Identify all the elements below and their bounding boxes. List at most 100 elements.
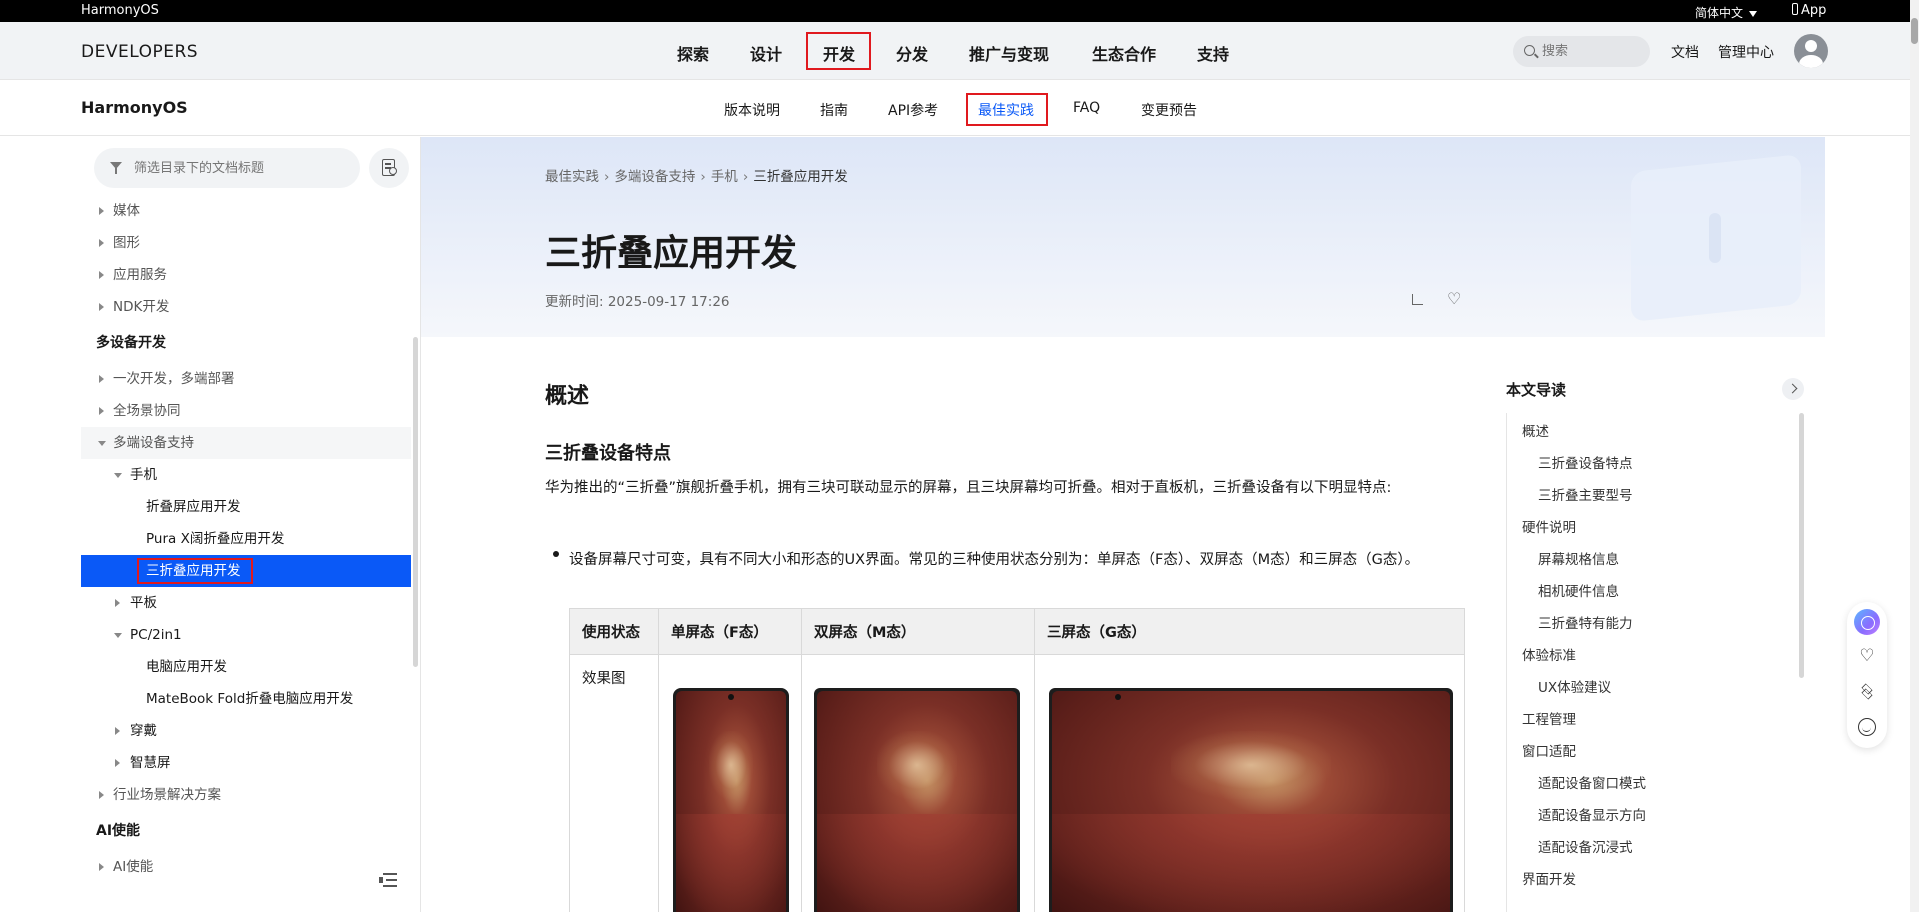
sidebar-item-matebook-fold[interactable]: MateBook Fold折叠电脑应用开发 (81, 683, 411, 715)
scrollbar-thumb[interactable] (1911, 18, 1918, 44)
nav-distribute[interactable]: 分发 (896, 41, 928, 65)
toc-item[interactable]: 工程管理 (1522, 708, 1576, 728)
caret-down-icon (1749, 10, 1758, 17)
user-avatar[interactable] (1794, 34, 1828, 68)
sidebar-item-one-dev[interactable]: 一次开发，多端部署 (81, 363, 411, 395)
filter-box[interactable] (94, 148, 360, 188)
toc-item[interactable]: 三折叠设备特点 (1538, 452, 1633, 472)
toc-item[interactable]: 屏幕规格信息 (1538, 548, 1619, 568)
harmonyos-logo[interactable]: HarmonyOS (81, 98, 188, 117)
sidebar-item-pc[interactable]: PC/2in1 (81, 619, 411, 651)
smile-icon[interactable] (1858, 718, 1876, 736)
breadcrumb-item[interactable]: 手机 (711, 169, 738, 185)
tab-faq[interactable]: FAQ (1073, 100, 1100, 116)
sidebar-item-pura-x[interactable]: Pura X阔折叠应用开发 (81, 523, 411, 555)
bullet-text: 设备屏幕尺寸可变，具有不同大小和形态的UX界面。常见的三种使用状态分别为：单屏态… (569, 552, 1420, 568)
book-spine (1709, 213, 1721, 263)
collapse-sidebar-icon[interactable] (379, 873, 397, 887)
doc-search-button[interactable] (369, 148, 409, 188)
section-heading-features: 三折叠设备特点 (545, 443, 671, 464)
caret-right-icon (99, 239, 104, 247)
filter-input[interactable] (134, 158, 344, 178)
search-input[interactable] (1542, 41, 1642, 61)
sidebar-item-tri-fold[interactable]: 三折叠应用开发 (81, 555, 411, 587)
nav-design[interactable]: 设计 (750, 41, 782, 65)
device-screen (676, 691, 786, 912)
docs-link[interactable]: 文档 (1671, 42, 1699, 62)
magnifier-icon (389, 167, 397, 175)
layers-icon[interactable] (1858, 683, 1876, 701)
tab-release-notes[interactable]: 版本说明 (724, 100, 780, 120)
toc-item[interactable]: 体验标准 (1522, 644, 1576, 664)
toc-item[interactable]: 适配设备窗口模式 (1538, 772, 1646, 792)
sidebar-item-graphics[interactable]: 图形 (81, 227, 411, 259)
sidebar-item-full-scene[interactable]: 全场景协同 (81, 395, 411, 427)
management-center-link[interactable]: 管理中心 (1718, 42, 1774, 62)
toc-collapse-icon[interactable] (1782, 378, 1804, 400)
toc-item[interactable]: 概述 (1522, 420, 1549, 440)
tab-change-notice[interactable]: 变更预告 (1141, 100, 1197, 120)
sidebar-item-foldable[interactable]: 折叠屏应用开发 (81, 491, 411, 523)
caret-right-icon (115, 727, 120, 735)
nav-support[interactable]: 支持 (1197, 41, 1229, 65)
section-heading-overview: 概述 (545, 384, 590, 409)
sidebar-item-wearable[interactable]: 穿戴 (81, 715, 411, 747)
caret-right-icon (115, 759, 120, 767)
nav-promotion[interactable]: 推广与变现 (969, 41, 1049, 65)
sidebar-item-media[interactable]: 媒体 (81, 195, 411, 227)
nav-explore[interactable]: 探索 (677, 41, 709, 65)
sidebar-group-multi-device: 多设备开发 (81, 327, 411, 359)
nav-ecosystem[interactable]: 生态合作 (1092, 41, 1156, 65)
chevron-right-icon: › (604, 169, 610, 185)
sidebar-item-phone[interactable]: 手机 (81, 459, 411, 491)
sidebar-scrollbar[interactable] (413, 337, 418, 667)
breadcrumb-item[interactable]: 多端设备支持 (614, 169, 695, 185)
toc-item[interactable]: 硬件说明 (1522, 516, 1576, 536)
sidebar-item-label: 穿戴 (130, 723, 157, 739)
toc-item[interactable]: 三折叠特有能力 (1538, 612, 1633, 632)
main-nav: DEVELOPERS 探索 设计 开发 分发 推广与变现 生态合作 支持 文档 … (0, 22, 1910, 80)
toc-item[interactable]: 适配设备沉浸式 (1538, 836, 1633, 856)
sidebar-item-pc-app[interactable]: 电脑应用开发 (81, 651, 411, 683)
sidebar-item-multi-device-support[interactable]: 多端设备支持 (81, 427, 411, 459)
dual-screen-image (814, 688, 1020, 912)
language-selector[interactable]: 简体中文 (1695, 4, 1758, 21)
sidebar-item-smart-screen[interactable]: 智慧屏 (81, 747, 411, 779)
tab-guide[interactable]: 指南 (820, 100, 848, 120)
sidebar-item-industry[interactable]: 行业场景解决方案 (81, 779, 411, 811)
ai-assistant-icon[interactable] (1854, 609, 1880, 635)
sidebar-item-tablet[interactable]: 平板 (81, 587, 411, 619)
app-download-link[interactable]: App (1792, 3, 1826, 18)
toc-item[interactable]: 窗口适配 (1522, 740, 1576, 760)
toc-item[interactable]: 三折叠主要型号 (1538, 484, 1633, 504)
toc-item[interactable]: 界面开发 (1522, 868, 1576, 888)
toc-item[interactable]: 相机硬件信息 (1538, 580, 1619, 600)
sidebar-item-ndk[interactable]: NDK开发 (81, 291, 411, 323)
feedback-heart-icon[interactable]: ♡ (1858, 647, 1876, 665)
page-scrollbar[interactable] (1910, 0, 1919, 912)
page-title: 三折叠应用开发 (545, 233, 798, 274)
sidebar-item-app-services[interactable]: 应用服务 (81, 259, 411, 291)
collapse-line (383, 873, 397, 875)
favorite-heart-icon[interactable]: ♡ (1447, 291, 1463, 307)
share-icon[interactable] (1410, 291, 1426, 307)
table-header: 双屏态（M态） (801, 608, 1035, 655)
sidebar-item-ai[interactable]: AI使能 (81, 851, 411, 883)
sidebar-item-label: 手机 (130, 467, 157, 483)
chevron-right-icon: › (742, 169, 749, 185)
sidebar-item-label: 智慧屏 (130, 755, 171, 771)
toc-item[interactable]: 适配设备显示方向 (1538, 804, 1646, 824)
camera-dot (1115, 694, 1121, 700)
collapse-arrow (379, 877, 383, 883)
search-box[interactable] (1513, 36, 1650, 67)
language-label: 简体中文 (1695, 6, 1744, 20)
toc-item[interactable]: UX体验建议 (1538, 676, 1611, 696)
filter-icon (110, 162, 122, 174)
sidebar-item-label: 多端设备支持 (113, 435, 194, 451)
toc-scrollbar[interactable] (1799, 413, 1804, 678)
breadcrumb-item[interactable]: 最佳实践 (545, 169, 599, 185)
harmonyos-brand-link[interactable]: HarmonyOS (81, 3, 159, 18)
breadcrumb-current: 三折叠应用开发 (753, 169, 848, 185)
developers-logo[interactable]: DEVELOPERS (81, 42, 198, 62)
tab-api-reference[interactable]: API参考 (888, 100, 938, 120)
